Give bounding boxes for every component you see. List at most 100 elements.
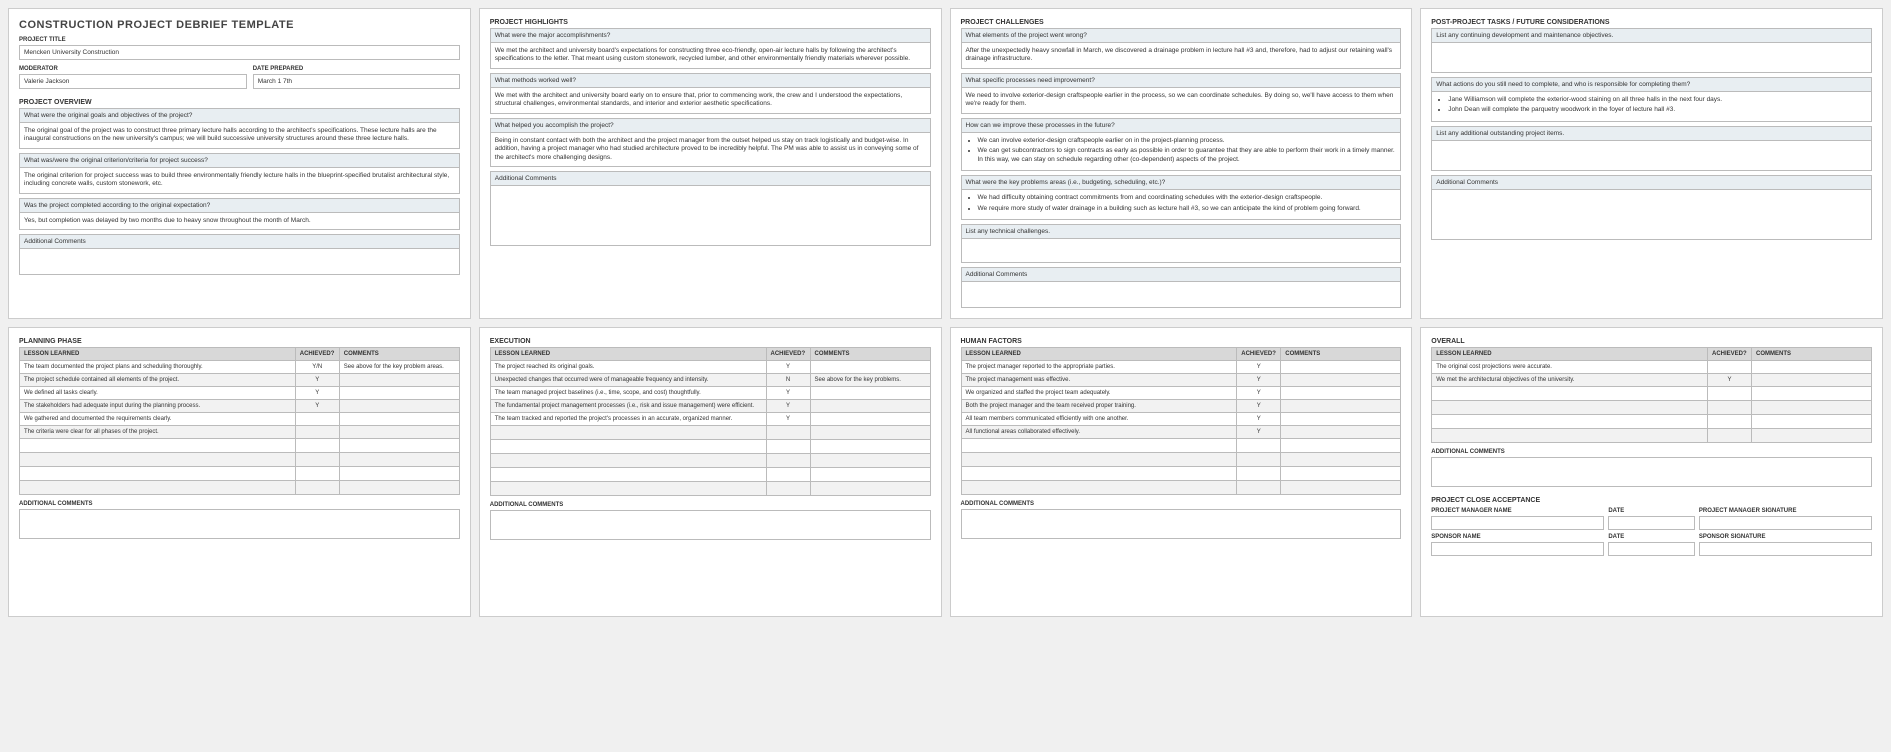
achieved-cell[interactable] <box>1237 466 1281 480</box>
sp-sig-field[interactable] <box>1699 542 1872 556</box>
comments-cell[interactable] <box>339 466 459 480</box>
achieved-cell[interactable] <box>1708 428 1752 442</box>
achieved-cell[interactable] <box>295 480 339 494</box>
comments-cell[interactable] <box>810 360 930 373</box>
comments-cell[interactable]: See above for the key problem areas. <box>339 360 459 373</box>
lesson-cell[interactable] <box>490 453 766 467</box>
achieved-cell[interactable] <box>766 467 810 481</box>
pm-date-field[interactable] <box>1608 516 1695 530</box>
lesson-cell[interactable] <box>961 438 1237 452</box>
achieved-cell[interactable] <box>295 425 339 438</box>
achieved-cell[interactable] <box>1237 438 1281 452</box>
lesson-cell[interactable] <box>1432 414 1708 428</box>
p2-ac-box[interactable] <box>490 186 931 246</box>
achieved-cell[interactable] <box>295 452 339 466</box>
p5-ac-box[interactable] <box>19 509 460 539</box>
comments-cell[interactable] <box>810 412 930 425</box>
date-field[interactable]: March 1 7th <box>253 74 460 89</box>
p4-a1[interactable] <box>1431 43 1872 73</box>
comments-cell[interactable] <box>1752 400 1872 414</box>
comments-cell[interactable] <box>1281 386 1401 399</box>
lesson-cell[interactable] <box>1432 400 1708 414</box>
lesson-cell[interactable] <box>490 467 766 481</box>
comments-cell[interactable] <box>339 412 459 425</box>
achieved-cell[interactable]: Y <box>295 399 339 412</box>
comments-cell[interactable] <box>1281 412 1401 425</box>
achieved-cell[interactable] <box>1708 386 1752 400</box>
lesson-cell[interactable] <box>961 480 1237 494</box>
comments-cell[interactable] <box>810 425 930 439</box>
achieved-cell[interactable]: Y <box>1237 386 1281 399</box>
achieved-cell[interactable] <box>766 439 810 453</box>
p1-a1[interactable]: The original goal of the project was to … <box>19 123 460 149</box>
p4-a3[interactable] <box>1431 141 1872 171</box>
achieved-cell[interactable]: Y <box>1708 373 1752 386</box>
achieved-cell[interactable] <box>1708 360 1752 373</box>
sp-date-field[interactable] <box>1608 542 1695 556</box>
comments-cell[interactable] <box>1752 386 1872 400</box>
achieved-cell[interactable]: Y/N <box>295 360 339 373</box>
comments-cell[interactable] <box>339 425 459 438</box>
achieved-cell[interactable]: Y <box>1237 425 1281 438</box>
comments-cell[interactable] <box>339 373 459 386</box>
comments-cell[interactable] <box>1752 414 1872 428</box>
achieved-cell[interactable]: Y <box>1237 373 1281 386</box>
p1-a3[interactable]: Yes, but completion was delayed by two m… <box>19 213 460 230</box>
comments-cell[interactable] <box>1281 452 1401 466</box>
p1-ac-box[interactable] <box>19 249 460 275</box>
achieved-cell[interactable]: Y <box>1237 360 1281 373</box>
comments-cell[interactable] <box>810 467 930 481</box>
achieved-cell[interactable] <box>766 425 810 439</box>
p4-ac-box[interactable] <box>1431 190 1872 240</box>
p7-ac-box[interactable] <box>961 509 1402 539</box>
achieved-cell[interactable]: N <box>766 373 810 386</box>
lesson-cell[interactable] <box>1432 386 1708 400</box>
comments-cell[interactable] <box>810 453 930 467</box>
p2-a2[interactable]: We met with the architect and university… <box>490 88 931 114</box>
achieved-cell[interactable]: Y <box>1237 412 1281 425</box>
achieved-cell[interactable]: Y <box>766 412 810 425</box>
comments-cell[interactable] <box>810 439 930 453</box>
achieved-cell[interactable] <box>295 438 339 452</box>
comments-cell[interactable] <box>1752 373 1872 386</box>
lesson-cell[interactable] <box>20 438 296 452</box>
comments-cell[interactable] <box>810 481 930 495</box>
comments-cell[interactable] <box>1281 425 1401 438</box>
lesson-cell[interactable] <box>490 481 766 495</box>
achieved-cell[interactable] <box>1237 480 1281 494</box>
pm-name-field[interactable] <box>1431 516 1604 530</box>
comments-cell[interactable] <box>1281 438 1401 452</box>
achieved-cell[interactable] <box>1708 414 1752 428</box>
lesson-cell[interactable] <box>20 452 296 466</box>
lesson-cell[interactable] <box>490 425 766 439</box>
achieved-cell[interactable] <box>1708 400 1752 414</box>
achieved-cell[interactable] <box>295 412 339 425</box>
lesson-cell[interactable] <box>20 466 296 480</box>
achieved-cell[interactable]: Y <box>766 386 810 399</box>
comments-cell[interactable] <box>810 386 930 399</box>
p2-a3[interactable]: Being in constant contact with both the … <box>490 133 931 167</box>
pm-sig-field[interactable] <box>1699 516 1872 530</box>
achieved-cell[interactable] <box>295 466 339 480</box>
sp-name-field[interactable] <box>1431 542 1604 556</box>
comments-cell[interactable] <box>1281 360 1401 373</box>
p3-a1[interactable]: After the unexpectedly heavy snowfall in… <box>961 43 1402 69</box>
achieved-cell[interactable]: Y <box>1237 399 1281 412</box>
achieved-cell[interactable]: Y <box>766 399 810 412</box>
p2-a1[interactable]: We met the architect and university boar… <box>490 43 931 69</box>
comments-cell[interactable] <box>1281 466 1401 480</box>
achieved-cell[interactable]: Y <box>295 386 339 399</box>
lesson-cell[interactable] <box>1432 428 1708 442</box>
achieved-cell[interactable]: Y <box>295 373 339 386</box>
comments-cell[interactable] <box>339 438 459 452</box>
p3-a2[interactable]: We need to involve exterior-design craft… <box>961 88 1402 114</box>
p4-a2[interactable]: Jane Williamson will complete the exteri… <box>1431 92 1872 122</box>
project-title-field[interactable]: Mencken University Construction <box>19 45 460 60</box>
comments-cell[interactable] <box>810 399 930 412</box>
comments-cell[interactable] <box>339 399 459 412</box>
achieved-cell[interactable] <box>1237 452 1281 466</box>
p3-a4[interactable]: We had difficulty obtaining contract com… <box>961 190 1402 220</box>
p6-ac-box[interactable] <box>490 510 931 540</box>
achieved-cell[interactable] <box>766 453 810 467</box>
comments-cell[interactable] <box>1752 428 1872 442</box>
